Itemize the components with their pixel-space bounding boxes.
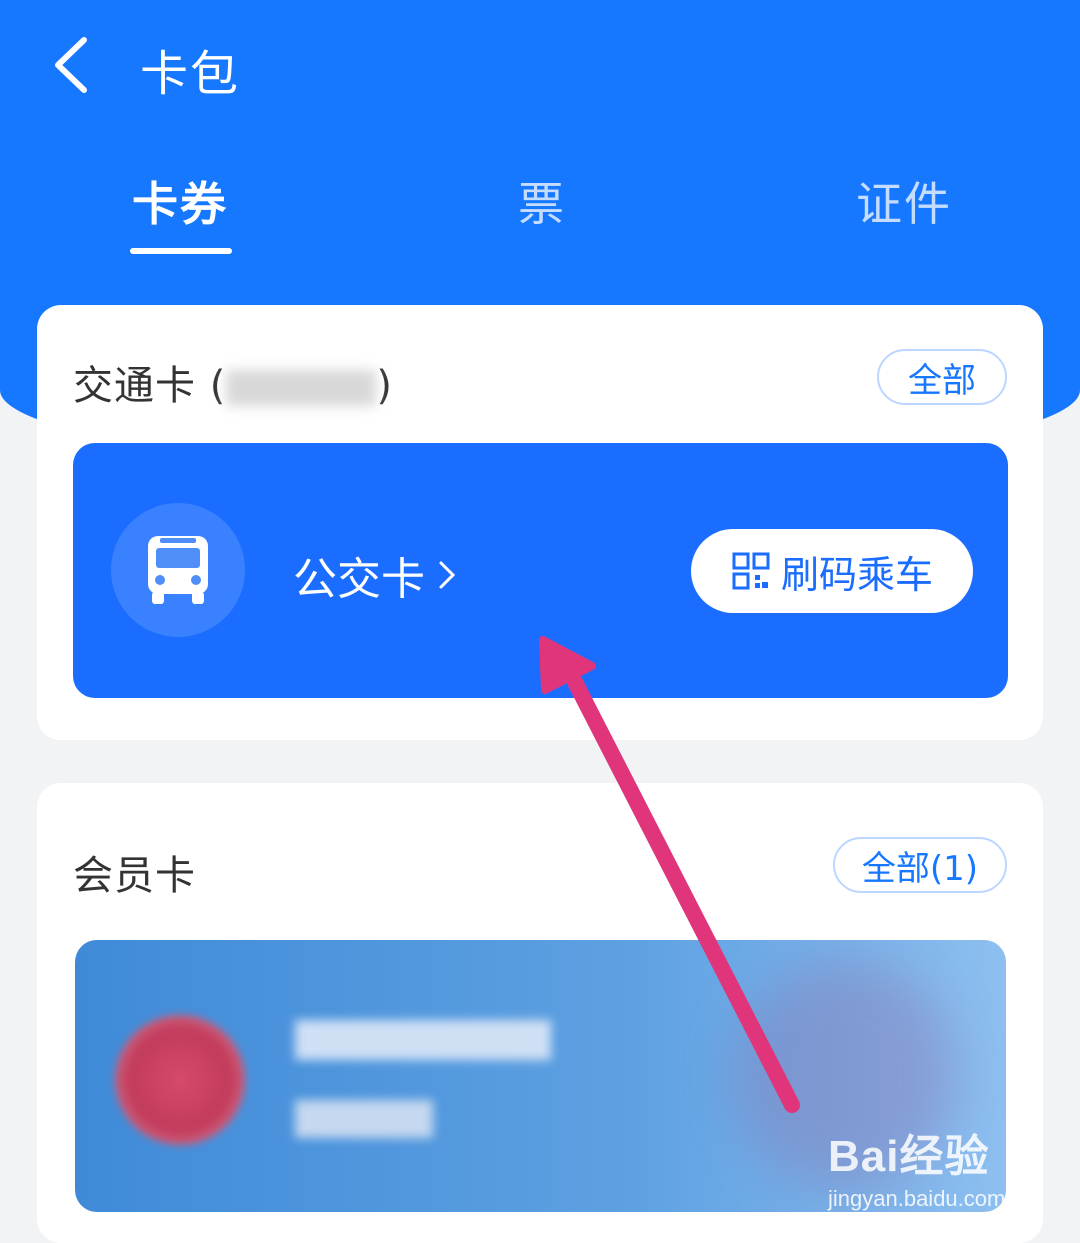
chevron-left-icon — [55, 37, 87, 93]
transit-section-title-suffix: ) — [376, 363, 393, 409]
member-all-button[interactable]: 全部(1) — [833, 837, 1007, 893]
bus-icon — [148, 536, 208, 604]
bus-card[interactable]: 公交卡 刷码乘车 — [73, 443, 1008, 698]
watermark-url: jingyan.baidu.com — [828, 1186, 1006, 1211]
bus-card-name: 公交卡 — [293, 554, 425, 605]
qr-code-icon — [732, 552, 770, 590]
back-button[interactable] — [40, 30, 110, 100]
watermark-logo: Bai经验 — [828, 1132, 990, 1181]
bus-icon-container — [111, 503, 245, 637]
redacted-text — [226, 370, 377, 406]
top-bar: 卡包 — [0, 0, 1080, 140]
bus-card-label[interactable]: 公交卡 — [293, 543, 461, 607]
active-tab-indicator — [130, 248, 232, 254]
chevron-right-icon — [439, 561, 456, 589]
tab-tickets[interactable]: 票 — [518, 168, 566, 234]
member-card-name-redacted — [295, 1020, 551, 1060]
member-card-subtitle-redacted — [295, 1100, 433, 1138]
scan-to-ride-button[interactable]: 刷码乘车 — [691, 529, 973, 613]
tab-ids[interactable]: 证件 — [856, 168, 952, 234]
tab-coupons[interactable]: 卡券 — [132, 168, 228, 234]
transit-all-button[interactable]: 全部 — [877, 349, 1007, 405]
member-card-logo — [115, 1015, 245, 1145]
transit-section-title: 交通卡 () — [73, 353, 393, 411]
scan-to-ride-label: 刷码乘车 — [780, 552, 933, 597]
member-section-title: 会员卡 — [73, 853, 196, 899]
baidu-jingyan-watermark: Bai经验 jingyan.baidu.com — [828, 1120, 1028, 1212]
page-title: 卡包 — [140, 46, 241, 102]
transit-section-title-text: 交通卡 ( — [73, 363, 227, 409]
